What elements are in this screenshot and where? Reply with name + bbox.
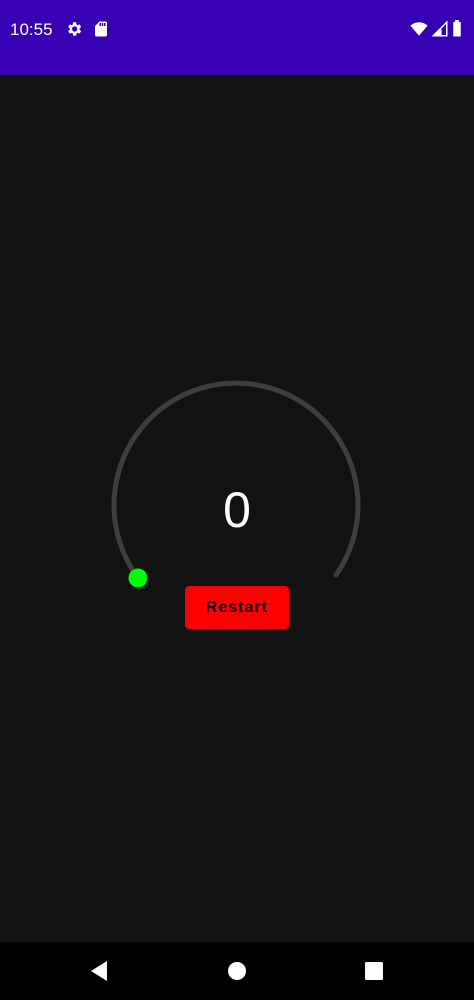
status-bar: 10:55 [0,0,474,75]
settings-icon [65,20,83,38]
navigation-bar [0,942,474,1000]
wifi-icon [410,20,428,38]
home-icon[interactable] [225,959,249,983]
timer-value: 0 [223,482,251,538]
app-screen: 10:55 0 Restart [0,0,474,1000]
timer-area: 0 Restart [0,75,474,942]
restart-button[interactable]: Restart [185,586,289,629]
status-time: 10:55 [10,20,53,39]
back-icon[interactable] [87,959,111,983]
sd-card-icon [92,20,110,38]
battery-icon [451,20,463,38]
timer-indicator[interactable] [128,568,148,588]
signal-icon [431,20,449,38]
recents-icon[interactable] [362,959,386,983]
